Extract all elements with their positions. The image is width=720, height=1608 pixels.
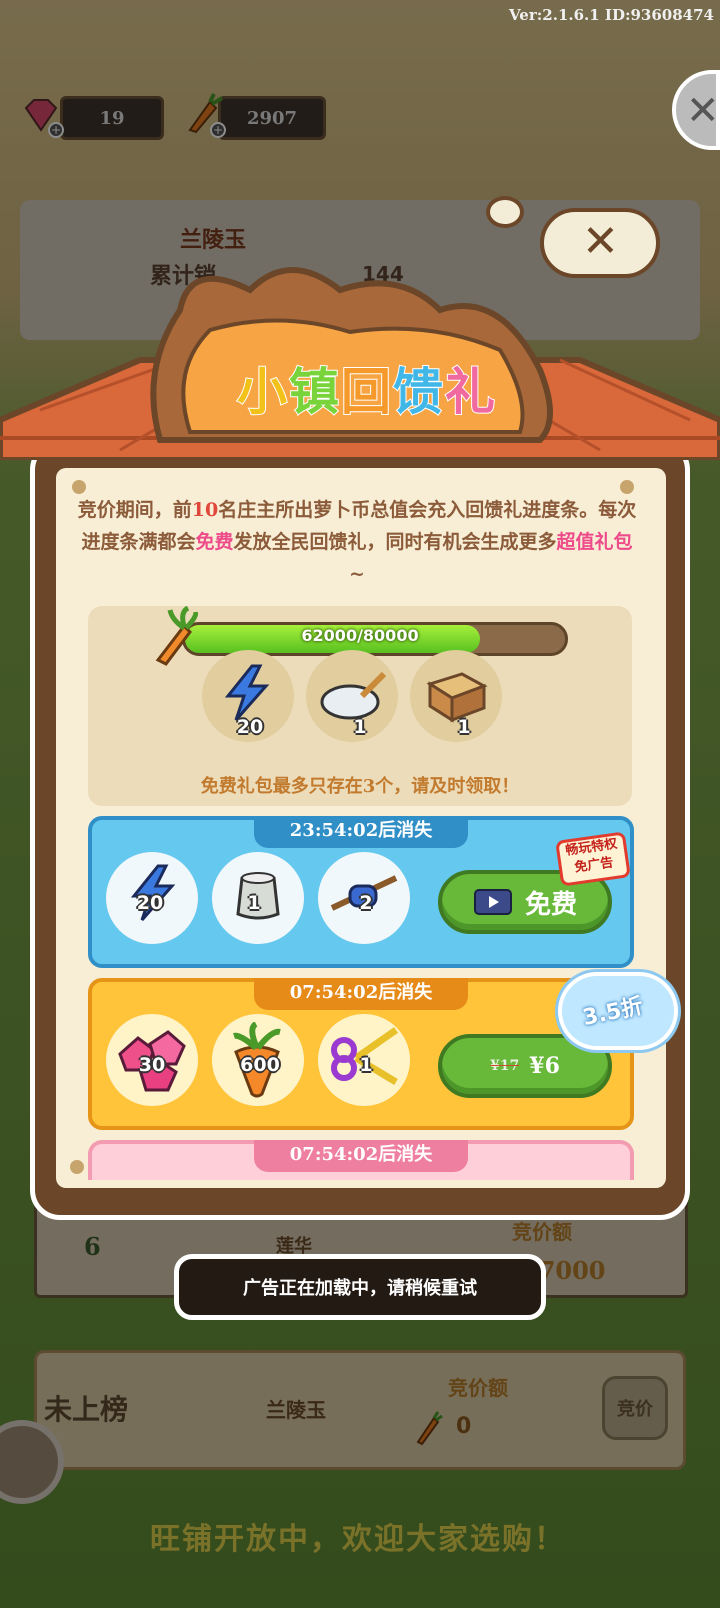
pack-timer: 07:54:02后消失	[254, 978, 468, 1010]
video-ad-icon	[473, 889, 512, 915]
claim-free-label: 免费	[524, 889, 577, 920]
desc-highlight-free: 免费	[195, 531, 234, 553]
lightning-icon	[224, 664, 270, 721]
pack-item-qty: 1	[247, 892, 261, 914]
pack-item-qty: 1	[359, 1054, 373, 1076]
reward-qty: 1	[457, 716, 471, 738]
thought-bubble	[486, 196, 524, 228]
paper-nail	[620, 480, 634, 494]
close-icon: ✕	[582, 216, 619, 267]
desc-highlight-value-pack: 超值礼包	[556, 531, 633, 553]
reward-qty: 20	[236, 716, 264, 738]
desc-text: ~	[349, 563, 365, 585]
paint-bowl-icon	[320, 671, 387, 720]
pack-item-qty: 600	[240, 1054, 280, 1076]
popup-close-button[interactable]: ✕	[540, 208, 660, 278]
toast-message: 广告正在加载中，请稍候重试	[174, 1254, 546, 1320]
popup-title: 小镇回馈礼	[192, 352, 542, 424]
original-price: ¥17	[490, 1058, 520, 1074]
pack-item-qty: 20	[136, 892, 164, 914]
version-label: Ver:2.1.6.1 ID:93608474	[509, 6, 714, 24]
title-char: 小	[236, 362, 289, 422]
reward-qty: 1	[353, 716, 367, 738]
paper-nail	[70, 1160, 84, 1174]
sale-price: ¥6	[529, 1053, 560, 1079]
desc-text: 竞价期间，前	[77, 499, 192, 521]
carrot-icon	[155, 606, 198, 666]
pack-timer: 07:54:02后消失	[254, 1140, 468, 1172]
close-icon: ✕	[686, 88, 720, 134]
title-char: 礼	[444, 362, 497, 422]
pack-item-qty: 30	[138, 1054, 166, 1076]
free-pack-note: 免费礼包最多只存在3个，请及时领取！	[200, 776, 520, 797]
progress-text: 62000/80000	[301, 626, 419, 645]
ad-free-privilege-badge: 畅玩特权 免广告	[555, 831, 631, 887]
paper-nail	[72, 480, 86, 494]
title-char: 镇	[288, 362, 341, 422]
desc-text: 发放全民回馈礼，同时有机会生成更多	[233, 531, 557, 553]
pack-item-qty: 2	[359, 892, 373, 914]
title-char: 回	[340, 362, 393, 422]
pack-timer: 23:54:02后消失	[254, 816, 468, 848]
desc-highlight-number: 10	[191, 499, 219, 521]
title-char: 馈	[392, 362, 445, 422]
popup-description: 竞价期间，前10名庄主所出萝卜币总值会充入回馈礼进度条。每次进度条满都会免费发放…	[74, 494, 640, 590]
